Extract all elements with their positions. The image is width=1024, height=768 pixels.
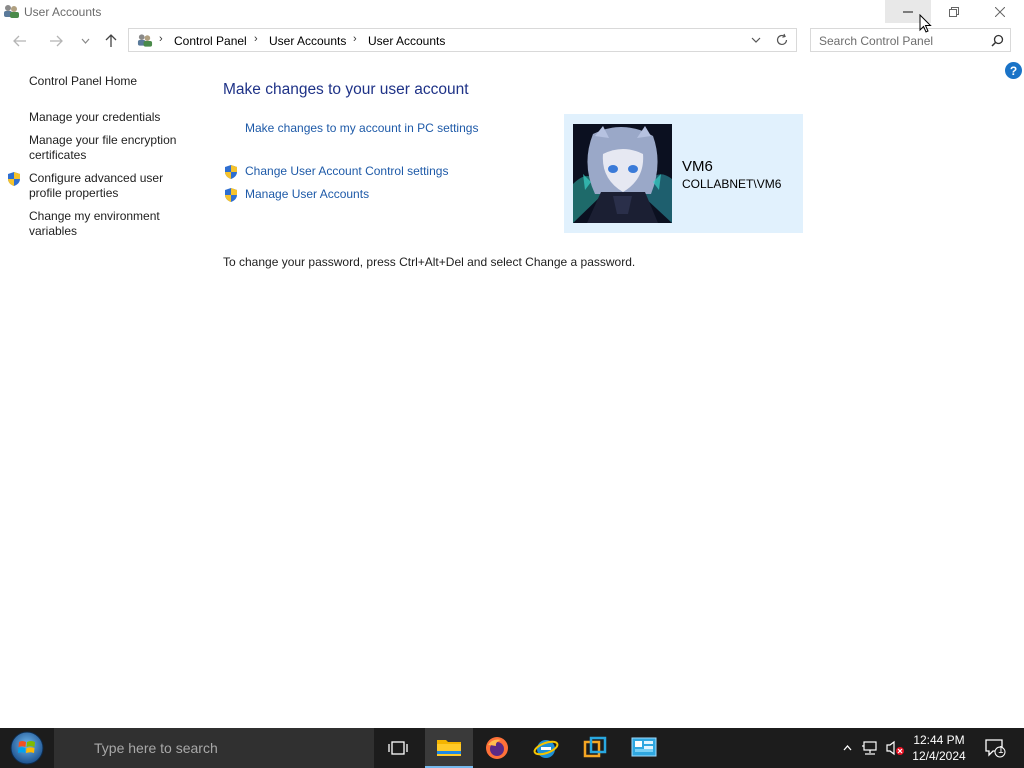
user-accounts-icon xyxy=(3,3,20,19)
forward-button[interactable] xyxy=(45,32,67,50)
taskbar-clock[interactable]: 12:44 PM 12/4/2024 xyxy=(908,732,970,764)
start-button[interactable] xyxy=(0,728,54,768)
change-environment-variables-link[interactable]: Change my environment variables xyxy=(29,209,160,239)
search-placeholder: Search Control Panel xyxy=(819,34,934,48)
manage-credentials-link[interactable]: Manage your credentials xyxy=(29,110,160,125)
uac-shield-icon xyxy=(223,164,239,183)
pc-settings-link[interactable]: Make changes to my account in PC setting… xyxy=(245,121,478,135)
breadcrumb-separator-icon[interactable]: › xyxy=(353,33,357,45)
uac-shield-icon xyxy=(6,171,22,190)
link-line: certificates xyxy=(29,148,87,162)
notification-count: 1 xyxy=(998,745,1004,756)
taskbar-search-placeholder: Type here to search xyxy=(94,740,218,756)
refresh-icon[interactable] xyxy=(775,33,789,50)
task-view-button[interactable] xyxy=(374,728,422,768)
volume-muted-icon[interactable] xyxy=(883,728,907,768)
link-line: Change my environment xyxy=(29,209,160,223)
window-title: User Accounts xyxy=(24,5,102,19)
change-uac-settings-link[interactable]: Change User Account Control settings xyxy=(245,164,448,178)
clock-time: 12:44 PM xyxy=(913,733,965,747)
link-line: profile properties xyxy=(29,186,119,200)
configure-profile-properties-link[interactable]: Configure advanced user profile properti… xyxy=(29,171,163,201)
taskbar: Type here to search 12:44 PM 12/4/2024 1 xyxy=(0,728,1024,768)
link-line: Manage your file encryption xyxy=(29,133,177,147)
control-panel-home-link[interactable]: Control Panel Home xyxy=(29,74,137,89)
link-line: Configure advanced user xyxy=(29,171,164,185)
search-input[interactable]: Search Control Panel xyxy=(810,28,1011,52)
manage-user-accounts-link[interactable]: Manage User Accounts xyxy=(245,187,369,201)
account-domain: COLLABNET\VM6 xyxy=(682,177,782,191)
title-bar: User Accounts xyxy=(0,0,1024,23)
firefox-taskbar-icon[interactable] xyxy=(473,728,521,768)
account-card: VM6 COLLABNET\VM6 xyxy=(564,114,803,233)
password-note: To change your password, press Ctrl+Alt+… xyxy=(223,255,636,269)
address-dropdown-icon[interactable] xyxy=(751,34,761,48)
page-title: Make changes to your user account xyxy=(223,81,469,98)
link-line: variables xyxy=(29,224,78,238)
navigation-bar: › Control Panel › User Accounts › User A… xyxy=(0,28,1024,54)
user-accounts-icon xyxy=(137,32,153,51)
breadcrumb-separator-icon[interactable]: › xyxy=(159,33,163,45)
manage-file-encryption-link[interactable]: Manage your file encryption certificates xyxy=(29,133,176,163)
restore-button[interactable] xyxy=(931,0,977,23)
internet-explorer-taskbar-icon[interactable] xyxy=(522,728,570,768)
recent-locations-button[interactable] xyxy=(75,32,95,50)
uac-shield-icon xyxy=(223,187,239,206)
breadcrumb-user-accounts[interactable]: User Accounts xyxy=(269,34,346,48)
show-hidden-icons-button[interactable] xyxy=(838,728,856,768)
close-button[interactable] xyxy=(977,0,1023,23)
taskbar-search-input[interactable]: Type here to search xyxy=(54,728,374,768)
clock-date: 12/4/2024 xyxy=(912,749,966,763)
back-button[interactable] xyxy=(9,32,31,50)
breadcrumb-control-panel[interactable]: Control Panel xyxy=(174,34,247,48)
search-icon[interactable] xyxy=(991,34,1004,50)
breadcrumb-user-accounts-current[interactable]: User Accounts xyxy=(368,34,445,48)
notifications-button[interactable]: 1 xyxy=(978,728,1012,768)
breadcrumb-separator-icon[interactable]: › xyxy=(254,33,258,45)
control-panel-taskbar-icon[interactable] xyxy=(620,728,668,768)
mouse-cursor-icon xyxy=(919,13,932,37)
account-name: VM6 xyxy=(682,158,713,175)
network-icon[interactable] xyxy=(858,728,882,768)
virtual-machine-taskbar-icon[interactable] xyxy=(571,728,619,768)
help-icon[interactable]: ? xyxy=(1005,62,1022,79)
user-avatar xyxy=(573,124,672,223)
file-explorer-taskbar-icon[interactable] xyxy=(425,728,473,768)
up-button[interactable] xyxy=(100,32,122,50)
address-bar[interactable]: › Control Panel › User Accounts › User A… xyxy=(128,28,797,52)
